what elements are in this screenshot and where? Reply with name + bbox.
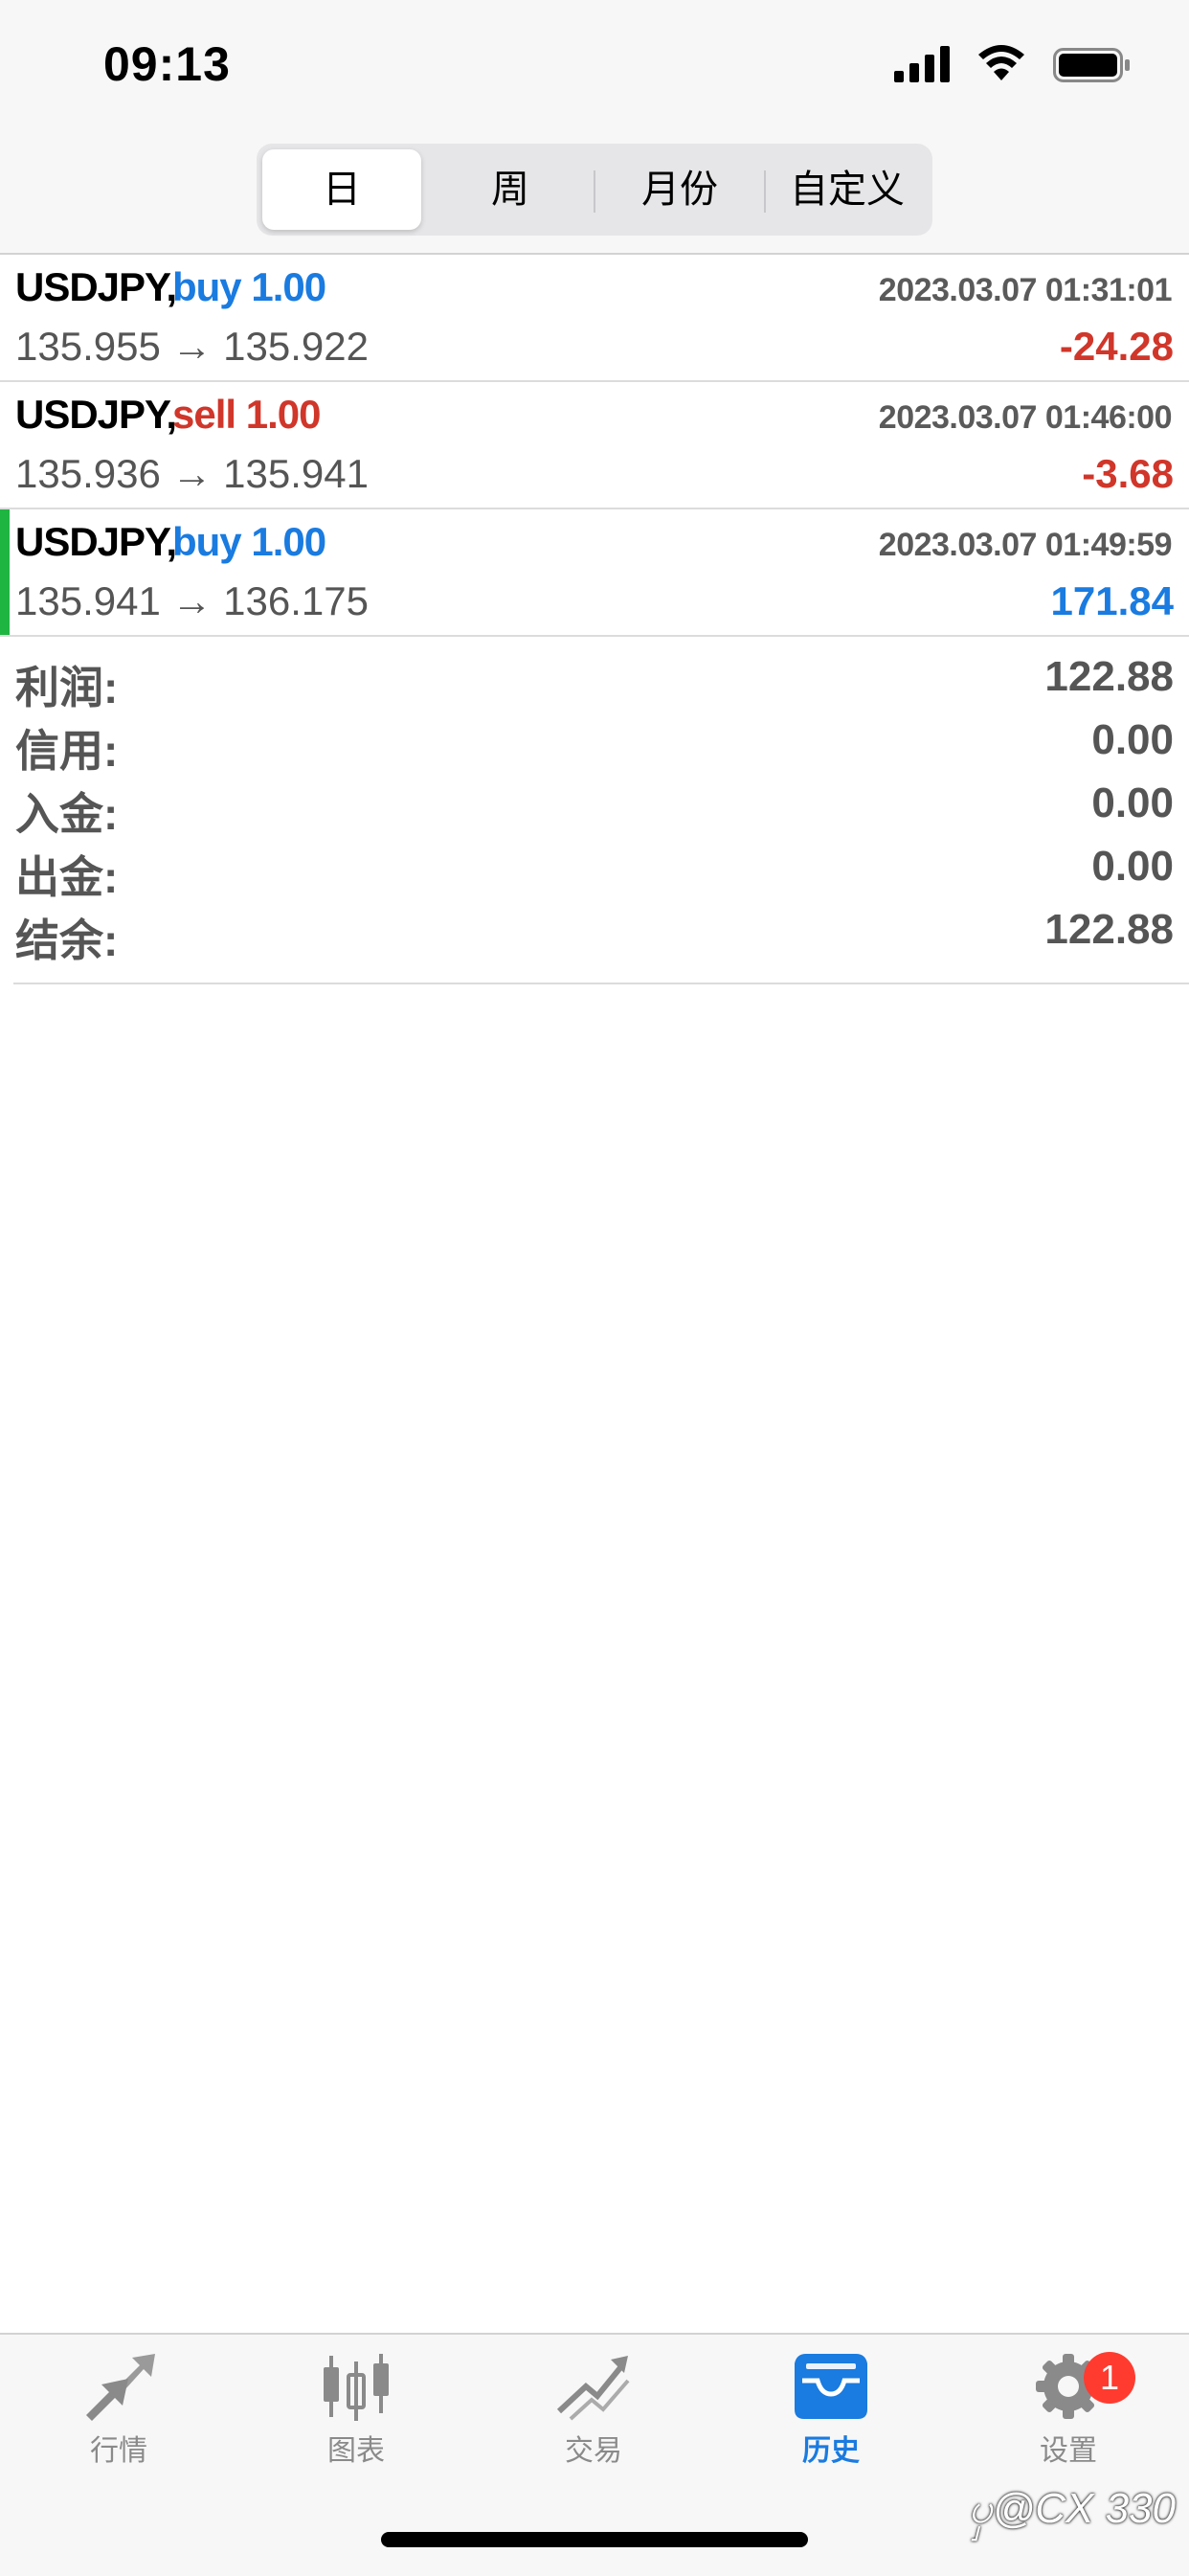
summary-label: 出金: bbox=[15, 852, 119, 902]
deal-symbol: USDJPY, bbox=[15, 264, 177, 309]
summary-row-withdrawal: 出金: 0.00 bbox=[0, 835, 1189, 902]
open-price: 135.936 bbox=[15, 451, 161, 496]
deal-prices: 135.936 → 135.941 bbox=[15, 451, 369, 497]
deal-time: 2023.03.07 01:31:01 bbox=[878, 272, 1173, 308]
status-bar: 09:13 bbox=[0, 0, 1189, 134]
arrow: → bbox=[171, 451, 213, 496]
deal-row[interactable]: USDJPY, sell 1.00 2023.03.07 01:46:00 13… bbox=[0, 382, 1189, 509]
deal-symbol: USDJPY, bbox=[15, 519, 177, 564]
deal-profit: -3.68 bbox=[1082, 451, 1174, 496]
summary-divider bbox=[13, 983, 1189, 984]
tab-label: 图表 bbox=[327, 2435, 385, 2467]
tab-settings[interactable]: 设置 1 bbox=[950, 2352, 1187, 2486]
deal-side: buy 1.00 bbox=[172, 264, 326, 309]
period-tab-day[interactable]: 日 bbox=[262, 149, 421, 230]
candlestick-chart-icon bbox=[324, 2354, 389, 2421]
summary-value: 122.88 bbox=[1044, 653, 1174, 700]
segment-divider bbox=[594, 170, 595, 213]
summary-row-balance: 结余: 122.88 bbox=[0, 898, 1189, 965]
tab-quotes[interactable]: 行情 bbox=[0, 2352, 237, 2486]
tab-label: 历史 bbox=[802, 2435, 860, 2467]
summary-value: 122.88 bbox=[1044, 906, 1174, 953]
summary-row-credit: 信用: 0.00 bbox=[0, 709, 1189, 776]
summary-row-deposit: 入金: 0.00 bbox=[0, 772, 1189, 839]
deal-symbol: USDJPY, bbox=[15, 392, 177, 437]
watermark: ၦ@CX 330 bbox=[968, 2485, 1176, 2532]
deal-profit: -24.28 bbox=[1059, 324, 1174, 369]
summary-value: 0.00 bbox=[1091, 843, 1174, 890]
deal-side: buy 1.00 bbox=[172, 519, 326, 564]
tab-label: 设置 bbox=[1040, 2435, 1097, 2467]
tab-label: 行情 bbox=[90, 2435, 147, 2467]
selected-indicator bbox=[0, 509, 10, 635]
summary-row-profit: 利润: 122.88 bbox=[0, 645, 1189, 712]
wifi-icon bbox=[978, 45, 1024, 80]
home-indicator bbox=[381, 2532, 808, 2547]
summary-label: 结余: bbox=[15, 915, 119, 965]
close-price: 135.941 bbox=[223, 451, 369, 496]
period-tab-month[interactable]: 月份 bbox=[597, 149, 762, 230]
open-price: 135.941 bbox=[15, 578, 161, 623]
deal-profit: 171.84 bbox=[1050, 578, 1174, 623]
deal-prices: 135.941 → 136.175 bbox=[15, 578, 369, 624]
tab-label: 交易 bbox=[565, 2435, 622, 2467]
close-price: 136.175 bbox=[223, 578, 369, 623]
deal-row[interactable]: USDJPY, buy 1.00 2023.03.07 01:31:01 135… bbox=[0, 255, 1189, 382]
period-header: 日 周 月份 自定义 bbox=[0, 134, 1189, 255]
summary-label: 入金: bbox=[15, 789, 119, 839]
quotes-arrows-icon bbox=[86, 2354, 155, 2421]
cellular-signal-icon bbox=[894, 46, 950, 82]
segment-divider bbox=[764, 170, 766, 213]
deal-row-selected[interactable]: USDJPY, buy 1.00 2023.03.07 01:49:59 135… bbox=[0, 509, 1189, 637]
deal-side: sell 1.00 bbox=[172, 392, 321, 437]
status-time: 09:13 bbox=[103, 37, 231, 91]
deal-time: 2023.03.07 01:46:00 bbox=[878, 399, 1173, 436]
period-segmented-control: 日 周 月份 自定义 bbox=[257, 144, 932, 236]
period-tab-week[interactable]: 周 bbox=[429, 149, 592, 230]
summary-section: 利润: 122.88 信用: 0.00 入金: 0.00 出金: 0.00 结余… bbox=[0, 642, 1189, 984]
close-price: 135.922 bbox=[223, 324, 369, 369]
summary-value: 0.00 bbox=[1091, 716, 1174, 763]
deal-prices: 135.955 → 135.922 bbox=[15, 324, 369, 370]
arrow: → bbox=[171, 324, 213, 369]
summary-value: 0.00 bbox=[1091, 780, 1174, 826]
tab-history[interactable]: 历史 bbox=[712, 2352, 950, 2486]
arrow: → bbox=[171, 578, 213, 623]
period-tab-custom[interactable]: 自定义 bbox=[768, 149, 927, 230]
deal-time: 2023.03.07 01:49:59 bbox=[878, 527, 1173, 563]
history-inbox-icon bbox=[795, 2354, 867, 2419]
summary-label: 信用: bbox=[15, 726, 119, 776]
status-icons bbox=[883, 44, 1132, 82]
battery-icon bbox=[1053, 48, 1130, 82]
tab-trade[interactable]: 交易 bbox=[475, 2352, 712, 2486]
notification-badge: 1 bbox=[1084, 2352, 1135, 2404]
open-price: 135.955 bbox=[15, 324, 161, 369]
trade-trend-icon bbox=[556, 2356, 630, 2421]
summary-label: 利润: bbox=[15, 663, 119, 712]
tab-charts[interactable]: 图表 bbox=[237, 2352, 475, 2486]
